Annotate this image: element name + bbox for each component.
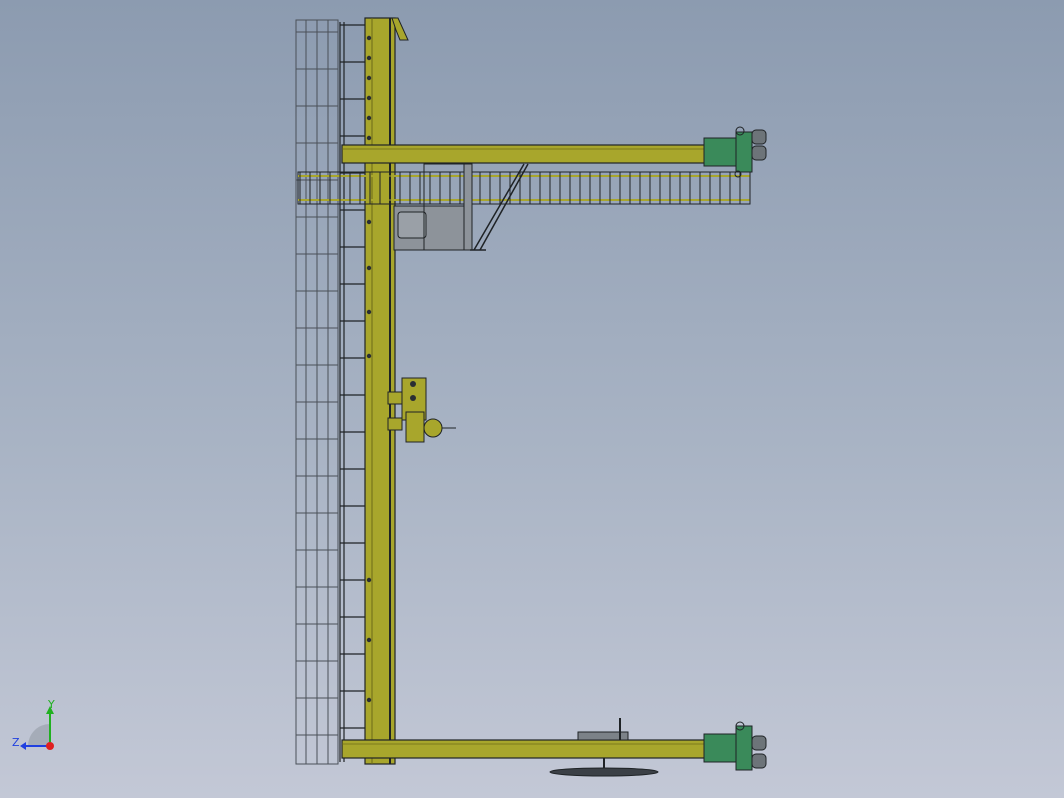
hoist-unit	[387, 377, 456, 443]
upper-beam	[341, 144, 751, 164]
axis-y-label: Y	[47, 698, 55, 711]
column-bolt	[366, 35, 372, 41]
column-bolt	[366, 353, 372, 359]
column-bolt	[366, 135, 372, 141]
column-bolt	[366, 75, 372, 81]
lower-end-carriage	[703, 721, 767, 771]
lower-beam	[341, 739, 751, 759]
column-bolt	[366, 309, 372, 315]
column-bolt	[366, 55, 372, 61]
column-bolt	[366, 697, 372, 703]
column-bolt	[366, 637, 372, 643]
axis-z-label: Z	[12, 736, 20, 749]
cad-viewport[interactable]: Y Z	[0, 0, 1064, 798]
column-bolt	[366, 577, 372, 583]
coordinate-triad-icon: Y Z	[12, 698, 55, 750]
ladder-cage	[295, 19, 339, 765]
column-bolt	[366, 95, 372, 101]
upper-end-carriage	[703, 126, 767, 178]
main-column	[364, 17, 396, 765]
column-bolt	[366, 265, 372, 271]
column-bolt	[366, 115, 372, 121]
column-bolt	[366, 219, 372, 225]
column-side-rails	[339, 22, 365, 762]
